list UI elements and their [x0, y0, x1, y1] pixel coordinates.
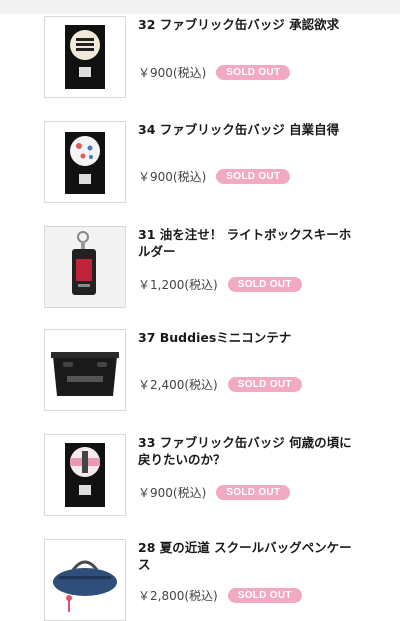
product-item[interactable]: 32 ファブリック缶バッジ 承認欲求 ￥900(税込) SOLD OUT — [44, 16, 384, 100]
sold-out-badge: SOLD OUT — [227, 587, 302, 603]
product-price: ￥2,800(税込) — [138, 588, 218, 603]
sold-out-badge: SOLD OUT — [227, 276, 302, 292]
product-thumbnail[interactable] — [44, 121, 126, 203]
product-price: ￥2,400(税込) — [138, 377, 218, 392]
product-item[interactable]: 31 油を注せ！ ライトボックスキーホルダー ￥1,200(税込) SOLD O… — [44, 226, 384, 310]
container-image-icon — [51, 352, 119, 396]
badge-image-icon — [65, 132, 105, 194]
product-item[interactable]: 37 Buddiesミニコンテナ ￥2,400(税込) SOLD OUT — [44, 329, 384, 413]
badge-image-icon — [65, 25, 105, 89]
product-thumbnail[interactable] — [44, 434, 126, 516]
product-title[interactable]: 31 油を注せ！ ライトボックスキーホルダー — [138, 226, 360, 260]
sold-out-badge: SOLD OUT — [227, 376, 302, 392]
keychain-image-icon — [72, 231, 96, 295]
product-price: ￥1,200(税込) — [138, 277, 218, 292]
product-price: ￥900(税込) — [138, 485, 207, 500]
sold-out-badge: SOLD OUT — [216, 484, 291, 500]
product-title[interactable]: 28 夏の近道 スクールバッグペンケース — [138, 539, 360, 573]
product-title[interactable]: 32 ファブリック缶バッジ 承認欲求 — [138, 16, 360, 33]
product-price: ￥900(税込) — [138, 65, 207, 80]
product-title[interactable]: 37 Buddiesミニコンテナ — [138, 329, 360, 346]
product-item[interactable]: 34 ファブリック缶バッジ 自業自得 ￥900(税込) SOLD OUT — [44, 121, 384, 205]
top-bar — [0, 0, 400, 14]
product-title[interactable]: 33 ファブリック缶バッジ 何歳の頃に戻りたいのか？ — [138, 434, 360, 468]
product-item[interactable]: 28 夏の近道 スクールバッグペンケース ￥2,800(税込) SOLD OUT — [44, 539, 384, 621]
product-thumbnail[interactable] — [44, 226, 126, 308]
product-price: ￥900(税込) — [138, 169, 207, 184]
product-thumbnail[interactable] — [44, 329, 126, 411]
sold-out-badge: SOLD OUT — [216, 64, 291, 80]
product-thumbnail[interactable] — [44, 16, 126, 98]
pencase-image-icon — [53, 560, 117, 612]
product-item[interactable]: 33 ファブリック缶バッジ 何歳の頃に戻りたいのか？ ￥900(税込) SOLD… — [44, 434, 384, 518]
sold-out-badge: SOLD OUT — [216, 168, 291, 184]
product-thumbnail[interactable] — [44, 539, 126, 621]
product-title[interactable]: 34 ファブリック缶バッジ 自業自得 — [138, 121, 360, 138]
badge-image-icon — [65, 443, 105, 507]
